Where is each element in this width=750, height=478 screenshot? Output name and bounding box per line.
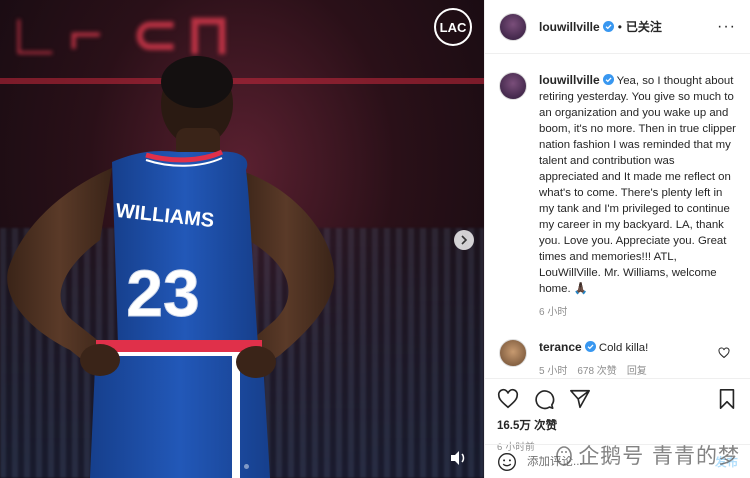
comment-text: Cold killa! (598, 342, 649, 354)
post-comment-button[interactable]: 发布 (715, 454, 738, 470)
likes-count[interactable]: 16.5万 次赞 (497, 417, 738, 433)
comment-body: terance Cold killa! 5 小时 678 次赞 回复 (539, 339, 736, 378)
jersey-number: 23 (126, 256, 199, 330)
comment-bubble-icon[interactable] (533, 388, 555, 410)
reply-button[interactable]: 回复 (627, 364, 647, 378)
more-options-button[interactable]: ··· (717, 18, 736, 36)
verified-badge-icon (584, 341, 596, 352)
caption-time: 6 小时 (539, 307, 568, 318)
post-actions: 16.5万 次赞 6 小时前 (485, 378, 750, 453)
following-button[interactable]: 已关注 (626, 18, 662, 35)
share-paper-plane-icon[interactable] (569, 388, 591, 410)
avatar[interactable] (499, 72, 527, 100)
instagram-post: ∟⌐ ⊂⊓ WILLIAMS 23 LAC louwillville • 已关注… (0, 0, 750, 478)
emoji-icon[interactable] (497, 452, 517, 472)
verified-badge-icon (602, 74, 614, 85)
add-comment-bar: 发布 (485, 444, 750, 478)
post-sidebar: louwillville • 已关注 ··· louwillville Yea,… (484, 0, 750, 478)
avatar[interactable] (499, 339, 527, 367)
header-separator: • (617, 19, 622, 34)
post-header: louwillville • 已关注 ··· (485, 0, 750, 54)
post-media[interactable]: ∟⌐ ⊂⊓ WILLIAMS 23 LAC (0, 0, 484, 478)
verified-badge-icon (602, 21, 614, 32)
action-icons (497, 385, 738, 413)
list-item: terance Cold killa! 5 小时 678 次赞 回复 (499, 339, 736, 378)
sound-icon[interactable] (448, 448, 468, 468)
carousel-dot[interactable] (244, 464, 249, 469)
comment-username[interactable]: terance (539, 340, 582, 354)
caption-username[interactable]: louwillville (539, 73, 600, 87)
caption-text: Yea, so I thought about retiring yesterd… (539, 75, 736, 295)
clippers-logo-icon: LAC (434, 8, 472, 46)
player-image: WILLIAMS 23 (7, 56, 335, 478)
avatar[interactable] (499, 12, 527, 41)
comments-list: louwillville Yea, so I thought about ret… (485, 54, 750, 378)
caption: louwillville Yea, so I thought about ret… (499, 72, 736, 321)
next-slide-button[interactable] (454, 230, 474, 250)
heart-icon[interactable] (718, 347, 730, 359)
carousel-dot[interactable] (235, 464, 240, 469)
chevron-right-icon (461, 235, 468, 245)
comment-input[interactable] (527, 455, 715, 468)
caption-body: louwillville Yea, so I thought about ret… (539, 72, 736, 321)
bookmark-icon[interactable] (716, 388, 738, 410)
comment-meta: 5 小时 678 次赞 回复 (539, 364, 736, 378)
comment-time: 5 小时 (539, 366, 568, 377)
carousel-dots (235, 464, 249, 469)
header-username[interactable]: louwillville (539, 20, 600, 34)
like-heart-icon[interactable] (497, 388, 519, 410)
comment-likes[interactable]: 678 次赞 (577, 364, 616, 378)
